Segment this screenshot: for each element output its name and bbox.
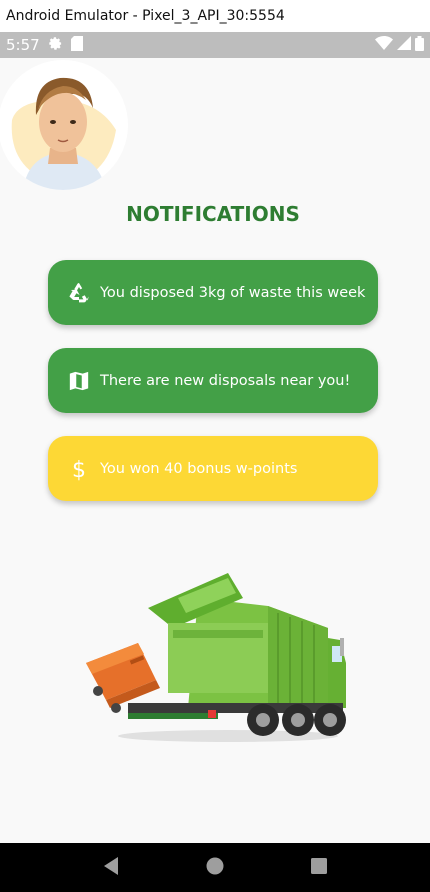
garbage-truck-illustration (78, 568, 348, 748)
notification-text: You disposed 3kg of waste this week (100, 284, 366, 301)
back-icon[interactable] (102, 856, 120, 880)
status-bar: 5:57 (0, 32, 430, 58)
recycle-icon (66, 280, 92, 306)
notification-bonus-points[interactable]: $ You won 40 bonus w-points (48, 436, 378, 501)
battery-icon (415, 35, 424, 55)
home-icon[interactable] (205, 856, 225, 880)
page-title: NOTIFICATIONS (126, 202, 300, 226)
notification-waste-disposed[interactable]: You disposed 3kg of waste this week (48, 260, 378, 325)
notification-text: There are new disposals near you! (100, 372, 351, 389)
sd-card-icon (70, 35, 83, 55)
app-screen: NOTIFICATIONS You disposed 3kg of waste … (0, 58, 430, 843)
settings-gear-icon (48, 36, 63, 55)
map-icon (66, 368, 92, 394)
recents-icon[interactable] (310, 857, 328, 879)
system-nav-bar (0, 843, 430, 892)
user-avatar[interactable] (0, 60, 128, 190)
svg-text:$: $ (72, 458, 86, 481)
dollar-icon: $ (66, 456, 92, 482)
notification-new-disposals[interactable]: There are new disposals near you! (48, 348, 378, 413)
emulator-window-title: Android Emulator - Pixel_3_API_30:5554 (0, 0, 430, 32)
status-time: 5:57 (6, 36, 40, 54)
wifi-icon (375, 36, 393, 54)
cell-signal-icon (397, 36, 411, 54)
notification-text: You won 40 bonus w-points (100, 460, 298, 477)
